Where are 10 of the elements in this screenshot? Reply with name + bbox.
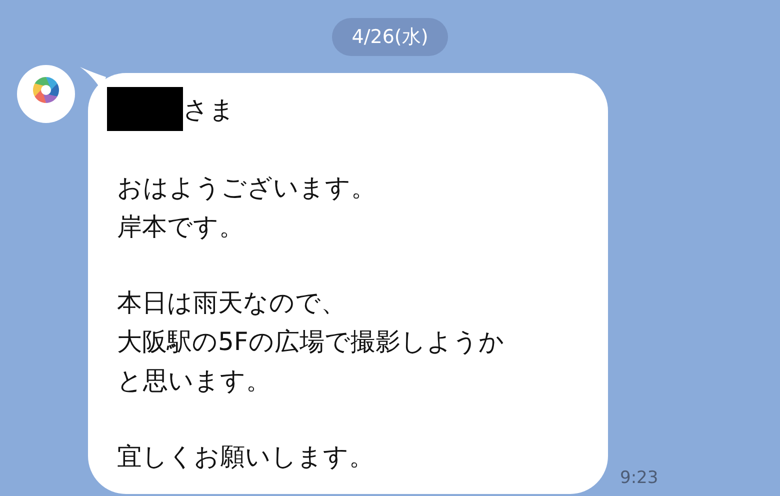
message-line: 大阪駅の5Fの広場で撮影しようか [117, 326, 506, 358]
message-line: 岸本です。 [117, 211, 245, 243]
message-line: 宜しくお願いします。 [117, 441, 375, 473]
message-time: 9:23 [620, 468, 658, 488]
date-label: 4/26(水) [332, 18, 448, 56]
aperture-logo-icon [32, 76, 60, 104]
salutation: さま [183, 94, 235, 126]
message-line: 本日は雨天なので、 [117, 287, 347, 319]
message-line: おはようございます。 [117, 172, 377, 204]
message-line: と思います。 [117, 365, 272, 397]
